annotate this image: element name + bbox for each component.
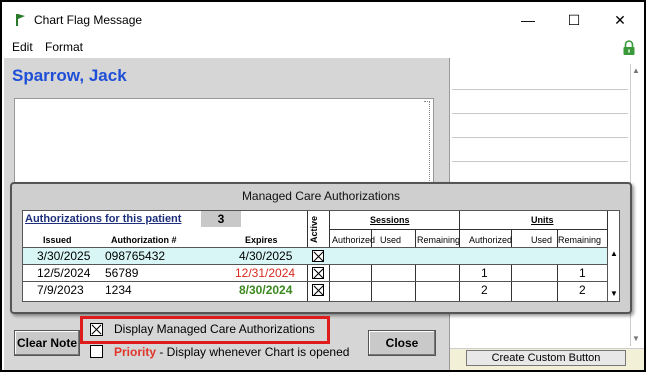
custom-button-slot[interactable] [452, 66, 628, 90]
custom-button-slot[interactable] [452, 114, 628, 138]
units-header: Units [531, 215, 554, 225]
expires-cell: 4/30/2025 [239, 249, 293, 263]
units-used-header: Used [531, 235, 553, 245]
expires-header: Expires [245, 235, 278, 245]
maximize-icon: ☐ [567, 11, 581, 28]
issued-cell: 12/5/2024 [37, 266, 91, 280]
create-custom-button[interactable]: Create Custom Button [466, 350, 626, 366]
minimize-icon: — [521, 12, 535, 28]
mca-title: Managed Care Authorizations [241, 189, 401, 203]
close-button[interactable]: Close [368, 330, 436, 356]
close-icon: ✕ [614, 11, 626, 28]
active-checkbox[interactable] [312, 267, 324, 279]
authorization-cell: 56789 [105, 266, 139, 280]
units-authorized-header: Authorized [469, 235, 513, 245]
units-authorized-cell: 1 [481, 266, 488, 280]
sessions-authorized-header: Authorized [332, 235, 376, 245]
active-header: Active [309, 215, 319, 243]
managed-care-panel: Managed Care Authorizations Authorizatio… [10, 182, 632, 314]
scroll-up-icon[interactable]: ▲ [632, 66, 640, 75]
resize-edge [429, 101, 430, 185]
sessions-header: Sessions [370, 215, 410, 225]
authorization-cell: 098765432 [105, 249, 166, 263]
issued-cell: 3/30/2025 [37, 249, 91, 263]
display-mca-checkbox[interactable] [90, 323, 103, 336]
table-row[interactable]: 3/30/2025 098765432 4/30/2025 [23, 247, 607, 264]
sessions-used-header: Used [380, 235, 402, 245]
display-mca-label[interactable]: Display Managed Care Authorizations [114, 322, 315, 336]
expires-cell: 8/30/2024 [239, 283, 293, 297]
issued-header: Issued [43, 235, 72, 245]
maximize-button[interactable]: ☐ [551, 6, 597, 34]
units-remaining-header: Remaining [558, 235, 602, 245]
table-row[interactable]: 7/9/2023 1234 8/30/2024 2 2 [23, 281, 607, 298]
units-remaining-cell: 2 [579, 283, 586, 297]
menu-format[interactable]: Format [45, 40, 83, 54]
authorization-count: 3 [201, 211, 241, 227]
units-remaining-cell: 1 [579, 266, 586, 280]
app-icon [16, 14, 25, 26]
priority-description: - Display whenever Chart is opened [156, 345, 350, 359]
table-row[interactable]: 12/5/2024 56789 12/31/2024 1 1 [23, 264, 607, 281]
scroll-up-icon[interactable]: ▲ [610, 249, 618, 258]
close-window-button[interactable]: ✕ [597, 6, 643, 34]
title-bar: Chart Flag Message — ☐ ✕ [2, 2, 644, 36]
menu-edit[interactable]: Edit [12, 40, 33, 54]
scroll-down-icon[interactable]: ▼ [610, 289, 618, 298]
authorizations-table: Authorizations for this patient 3 Sessio… [22, 210, 620, 302]
lock-icon[interactable] [622, 40, 636, 56]
units-authorized-cell: 2 [481, 283, 488, 297]
menu-bar: Edit Format [2, 38, 644, 58]
patient-name: Sparrow, Jack [12, 66, 127, 85]
minimize-button[interactable]: — [505, 6, 551, 34]
custom-button-slot[interactable] [452, 90, 628, 114]
chart-flag-window: Chart Flag Message — ☐ ✕ Edit Format Spa… [0, 0, 646, 372]
authorization-header: Authorization # [111, 235, 177, 245]
note-textarea[interactable] [14, 98, 434, 188]
table-scrollbar[interactable]: ▲ ▼ [607, 247, 619, 301]
active-checkbox[interactable] [312, 250, 324, 262]
custom-button-slot[interactable] [452, 138, 628, 162]
sessions-remaining-header: Remaining [417, 235, 461, 245]
scroll-down-icon[interactable]: ▼ [632, 334, 640, 343]
expires-cell: 12/31/2024 [235, 266, 296, 280]
priority-label-row[interactable]: Priority - Display whenever Chart is ope… [114, 345, 349, 359]
authorization-cell: 1234 [105, 283, 132, 297]
active-checkbox[interactable] [312, 284, 324, 296]
clear-note-button[interactable]: Clear Note [14, 330, 80, 356]
priority-checkbox[interactable] [90, 345, 103, 358]
authorizations-label: Authorizations for this patient [25, 213, 182, 225]
window-title: Chart Flag Message [34, 13, 143, 27]
issued-cell: 7/9/2023 [37, 283, 84, 297]
priority-label: Priority [114, 345, 157, 359]
